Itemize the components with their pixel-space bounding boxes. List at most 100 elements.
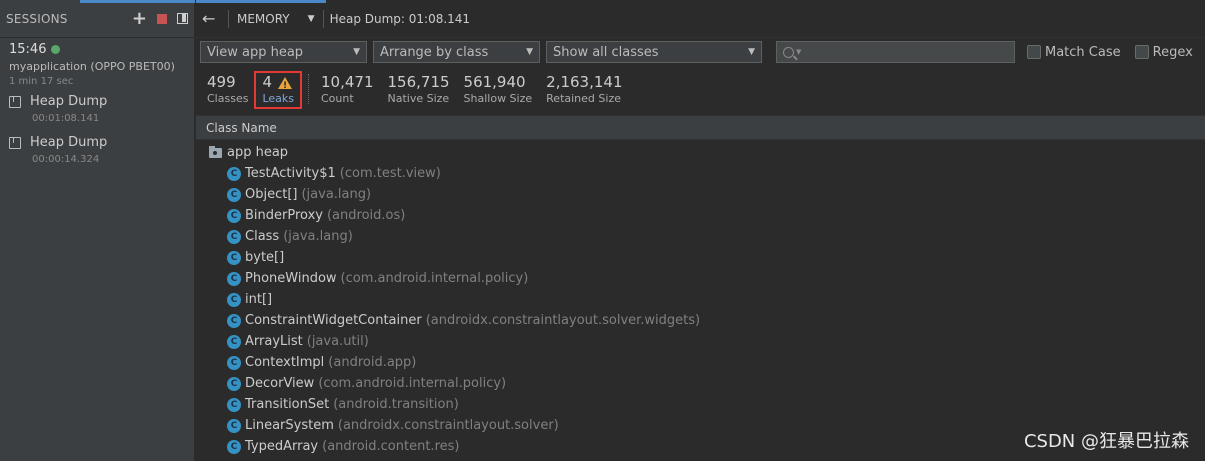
class-icon: C — [227, 271, 241, 286]
heap-dump-title: Heap Dump: 01:08.141 — [329, 11, 471, 26]
stat-leaks-label: Leaks — [262, 92, 294, 105]
heap-dump-label: Heap Dump — [30, 94, 108, 109]
table-row[interactable]: Cbyte[] — [196, 247, 1205, 268]
chevron-down-icon: ▼ — [353, 47, 360, 57]
session-time: 15:46 — [9, 42, 47, 57]
column-class-name[interactable]: Class Name — [206, 121, 277, 135]
regex-label: Regex — [1152, 44, 1193, 60]
session-item[interactable]: 15:46 myapplication (OPPO PBET00) 1 min … — [0, 38, 194, 91]
stat-count-label: Count — [321, 92, 354, 105]
table-row[interactable]: C BinderProxy (android.os) — [196, 205, 1205, 226]
heap-select-value: View app heap — [207, 44, 304, 60]
session-device: myapplication (OPPO PBET00) — [9, 60, 175, 73]
table-row[interactable]: C TestActivity$1 (com.test.view) — [196, 163, 1205, 184]
search-input[interactable]: ▼ — [776, 41, 1015, 63]
class-package: (java.lang) — [301, 187, 372, 202]
class-package: (android.transition) — [333, 397, 459, 412]
stat-retained-label: Retained Size — [546, 92, 621, 105]
table-row[interactable]: C ConstraintWidgetContainer (androidx.cons… — [196, 310, 1205, 331]
stat-native-label: Native Size — [387, 92, 450, 105]
class-name: byte[] — [245, 250, 285, 265]
class-icon: C — [227, 439, 241, 454]
class-package: (com.android.internal.policy) — [318, 376, 507, 391]
class-icon: C — [227, 397, 241, 412]
class-icon: C — [227, 208, 241, 223]
tree-root-app-heap[interactable]: app heap — [196, 142, 1205, 163]
stat-shallow-label: Shallow Size — [463, 92, 533, 105]
show-classes-select[interactable]: Show all classes ▼ — [546, 41, 762, 63]
class-package: (androidx.constraintlayout.solver.widget… — [425, 313, 701, 328]
chevron-down-icon[interactable]: ▼ — [308, 14, 315, 24]
heap-dump-time: 00:00:14.324 — [32, 154, 100, 165]
heap-select[interactable]: View app heap ▼ — [200, 41, 367, 63]
class-name: LinearSystem — [245, 418, 334, 433]
class-package: (com.test.view) — [339, 166, 441, 181]
add-session-icon[interactable]: + — [132, 9, 147, 27]
table-row[interactable]: C ContextImpl (android.app) — [196, 352, 1205, 373]
stats-divider — [308, 74, 309, 104]
stat-retained-value: 2,163,141 — [546, 73, 623, 91]
tree-root-label: app heap — [227, 145, 289, 160]
match-case-checkbox[interactable] — [1027, 45, 1041, 59]
table-row[interactable]: C DecorView (com.android.internal.policy) — [196, 373, 1205, 394]
stat-count-value: 10,471 — [321, 73, 374, 91]
folder-icon — [209, 145, 222, 158]
heap-stats: 499 Classes 4 Leaks 10,471 Count 156,715… — [196, 65, 1205, 115]
class-name: Class — [245, 229, 280, 244]
warning-icon — [278, 76, 292, 95]
stat-leaks[interactable]: 4 Leaks — [254, 71, 302, 109]
stat-native-value: 156,715 — [387, 73, 450, 91]
class-icon: C — [227, 418, 241, 433]
stat-shallow-value: 561,940 — [463, 73, 526, 91]
class-package: (android.os) — [326, 208, 406, 223]
table-row[interactable]: C PhoneWindow (com.android.internal.policy… — [196, 268, 1205, 289]
class-package: (java.util) — [306, 334, 369, 349]
profiler-toolbar: ← MEMORY ▼ Heap Dump: 01:08.141 — [196, 0, 1205, 38]
chevron-down-icon: ▼ — [748, 47, 755, 57]
class-package: (java.lang) — [283, 229, 353, 244]
live-status-icon — [51, 45, 61, 54]
regex-checkbox[interactable] — [1134, 45, 1149, 59]
class-name: ArrayList — [245, 334, 303, 349]
search-options-icon: ▼ — [796, 48, 802, 56]
class-icon: C — [227, 229, 241, 244]
stat-classes-value: 499 — [207, 73, 236, 91]
sessions-panel: SESSIONS + 15:46 myapplication (OPPO PBE… — [0, 0, 195, 461]
stat-retained-size: 2,163,141 Retained Size — [546, 73, 623, 106]
toolbar-divider — [228, 9, 229, 28]
class-icon: C — [227, 313, 241, 328]
stop-session-icon[interactable] — [157, 13, 167, 24]
search-icon — [783, 46, 794, 58]
chevron-down-icon: ▼ — [526, 47, 533, 57]
table-row[interactable]: C ArrayList (java.util) — [196, 331, 1205, 352]
class-name: PhoneWindow — [245, 271, 337, 286]
class-name: Object[] — [245, 187, 298, 202]
heap-dump-item[interactable]: Heap Dump 00:01:08.141 — [0, 91, 194, 126]
match-case-label: Match Case — [1045, 44, 1121, 60]
heap-dump-item[interactable]: Heap Dump 00:00:14.324 — [0, 132, 194, 167]
collapse-panel-icon[interactable] — [177, 13, 188, 24]
class-icon: C — [227, 250, 241, 265]
profiler-selector[interactable]: MEMORY — [237, 12, 290, 26]
table-row[interactable]: C Class (java.lang) — [196, 226, 1205, 247]
class-name: DecorView — [245, 376, 315, 391]
class-icon: C — [227, 376, 241, 391]
stat-shallow-size: 561,940 Shallow Size — [463, 73, 533, 106]
class-table-header[interactable]: Class Name — [196, 115, 1205, 140]
sessions-accent-bar — [80, 0, 195, 3]
arrange-select[interactable]: Arrange by class ▼ — [373, 41, 540, 63]
arrange-select-value: Arrange by class — [380, 44, 489, 60]
table-row[interactable]: Cint[] — [196, 289, 1205, 310]
back-arrow-icon[interactable]: ← — [202, 9, 222, 28]
class-package: (android.content.res) — [322, 439, 460, 454]
sessions-header: SESSIONS + — [0, 0, 194, 38]
heap-dump-icon — [9, 95, 21, 108]
table-row[interactable]: C TransitionSet (android.transition) — [196, 394, 1205, 415]
stat-count: 10,471 Count — [321, 73, 374, 106]
class-name: TypedArray — [245, 439, 319, 454]
memory-profiler-panel: ← MEMORY ▼ Heap Dump: 01:08.141 View app… — [196, 0, 1205, 461]
stat-classes-label: Classes — [207, 92, 249, 105]
table-row[interactable]: C Object[] (java.lang) — [196, 184, 1205, 205]
class-icon: C — [227, 355, 241, 370]
class-package: (com.android.internal.policy) — [340, 271, 529, 286]
